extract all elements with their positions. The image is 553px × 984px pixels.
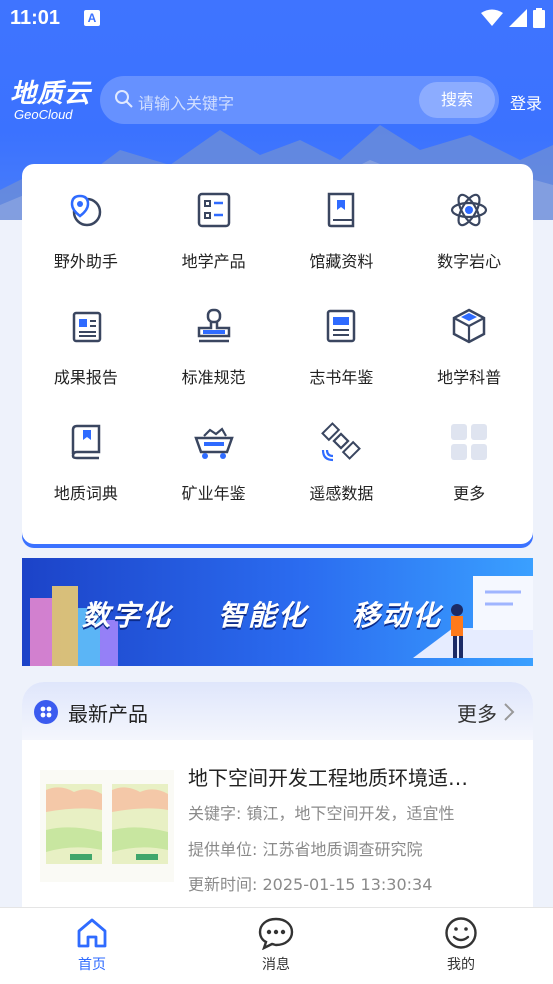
- tab-home[interactable]: 首页: [52, 916, 132, 974]
- product-keywords: 关键字: 镇江，地下空间开发，适宜性: [188, 804, 455, 823]
- banner-text-digital: 数字化: [82, 599, 173, 632]
- feature-label: 更多: [453, 484, 486, 503]
- feature-remote-sensing[interactable]: 遥感数据: [278, 422, 406, 538]
- tab-label: 首页: [78, 957, 106, 973]
- home-icon: [77, 918, 107, 948]
- tab-label: 我的: [447, 957, 475, 973]
- notification-icon: A: [84, 10, 100, 26]
- feature-archives[interactable]: 馆藏资料: [278, 190, 406, 306]
- status-time: 11:01: [10, 7, 61, 29]
- feature-grid-card: 野外助手 地学产品 馆藏资料 数字岩心 成果报告 标准规范 志书年鉴 地学科普 …: [22, 164, 533, 544]
- banner-laptop-illustration: [413, 576, 533, 658]
- feature-label: 地学产品: [181, 252, 246, 271]
- search-input[interactable]: 请输入关键字: [138, 90, 234, 114]
- feature-label: 矿业年鉴: [181, 484, 246, 503]
- tab-label: 消息: [262, 957, 290, 973]
- stamp-icon: [197, 308, 230, 343]
- product-updated-time: 更新时间: 2025-01-15 13:30:34: [188, 875, 433, 894]
- message-icon: [258, 917, 294, 950]
- latest-products-section: 最新产品 更多 地下空间开发工程地质环境适… 关键字: 镇江，地下空间开发，适宜…: [22, 682, 533, 912]
- more-grid-icon: [451, 424, 488, 460]
- yearbook-icon: [327, 309, 356, 343]
- wifi-icon: [481, 9, 503, 26]
- feature-label: 标准规范: [181, 368, 246, 387]
- feature-geo-products[interactable]: 地学产品: [150, 190, 278, 306]
- feature-label: 馆藏资料: [309, 252, 374, 271]
- more-link[interactable]: 更多: [457, 698, 497, 727]
- feature-science-popular[interactable]: 地学科普: [405, 306, 533, 422]
- login-button[interactable]: 登录: [510, 90, 542, 114]
- mine-cart-icon: [193, 427, 234, 459]
- feature-label: 野外助手: [53, 252, 118, 271]
- status-bar: 11:01 A: [0, 0, 553, 40]
- search-icon: [115, 90, 133, 108]
- app-logo: 地质云 GeoCloud: [10, 80, 91, 122]
- system-icons: [481, 8, 545, 28]
- feature-more[interactable]: 更多: [405, 422, 533, 538]
- feature-standards[interactable]: 标准规范: [150, 306, 278, 422]
- chevron-right-icon[interactable]: [503, 702, 515, 722]
- tab-messages[interactable]: 消息: [236, 916, 316, 974]
- section-title: 最新产品: [68, 702, 148, 726]
- banner-text-smart: 智能化: [218, 599, 309, 632]
- atom-icon: [451, 193, 488, 227]
- feature-mining-yearbook[interactable]: 矿业年鉴: [150, 422, 278, 538]
- feature-label: 遥感数据: [309, 484, 374, 503]
- feature-geo-dictionary[interactable]: 地质词典: [22, 422, 150, 538]
- satellite-icon: [321, 422, 362, 462]
- smile-profile-icon: [445, 917, 477, 949]
- product-title: 地下空间开发工程地质环境适…: [188, 766, 468, 790]
- product-provider: 提供单位: 江苏省地质调查研究院: [188, 840, 423, 859]
- product-thumbnail: [40, 770, 174, 882]
- archive-book-icon: [328, 192, 355, 228]
- search-bar[interactable]: 请输入关键字 搜索: [100, 76, 499, 124]
- feature-label: 数字岩心: [437, 252, 502, 271]
- map-pin-globe-icon: [70, 194, 102, 227]
- dictionary-icon: [71, 424, 101, 460]
- latest-products-header: 最新产品 更多: [22, 682, 533, 740]
- report-document-icon: [72, 311, 102, 343]
- logo-chinese: 地质云: [10, 79, 92, 109]
- feature-label: 成果报告: [53, 368, 118, 387]
- feature-label: 志书年鉴: [309, 368, 374, 387]
- bottom-tab-bar: 首页 消息 我的: [0, 907, 553, 984]
- apps-icon: [34, 700, 58, 724]
- battery-icon: [533, 8, 545, 28]
- feature-label: 地质词典: [53, 484, 118, 503]
- list-document-icon: [197, 192, 230, 228]
- feature-digital-core[interactable]: 数字岩心: [405, 190, 533, 306]
- cube-icon: [452, 308, 486, 344]
- feature-field-assistant[interactable]: 野外助手: [22, 190, 150, 306]
- tab-profile[interactable]: 我的: [421, 916, 501, 974]
- signal-icon: [509, 9, 527, 27]
- feature-result-reports[interactable]: 成果报告: [22, 306, 150, 422]
- logo-english: GeoCloud: [14, 107, 73, 122]
- promo-banner[interactable]: 数字化 智能化 移动化: [22, 558, 533, 666]
- feature-yearbooks[interactable]: 志书年鉴: [278, 306, 406, 422]
- feature-label: 地学科普: [437, 368, 502, 387]
- feature-grid: 野外助手 地学产品 馆藏资料 数字岩心 成果报告 标准规范 志书年鉴 地学科普 …: [22, 164, 533, 540]
- search-button[interactable]: 搜索: [419, 82, 495, 118]
